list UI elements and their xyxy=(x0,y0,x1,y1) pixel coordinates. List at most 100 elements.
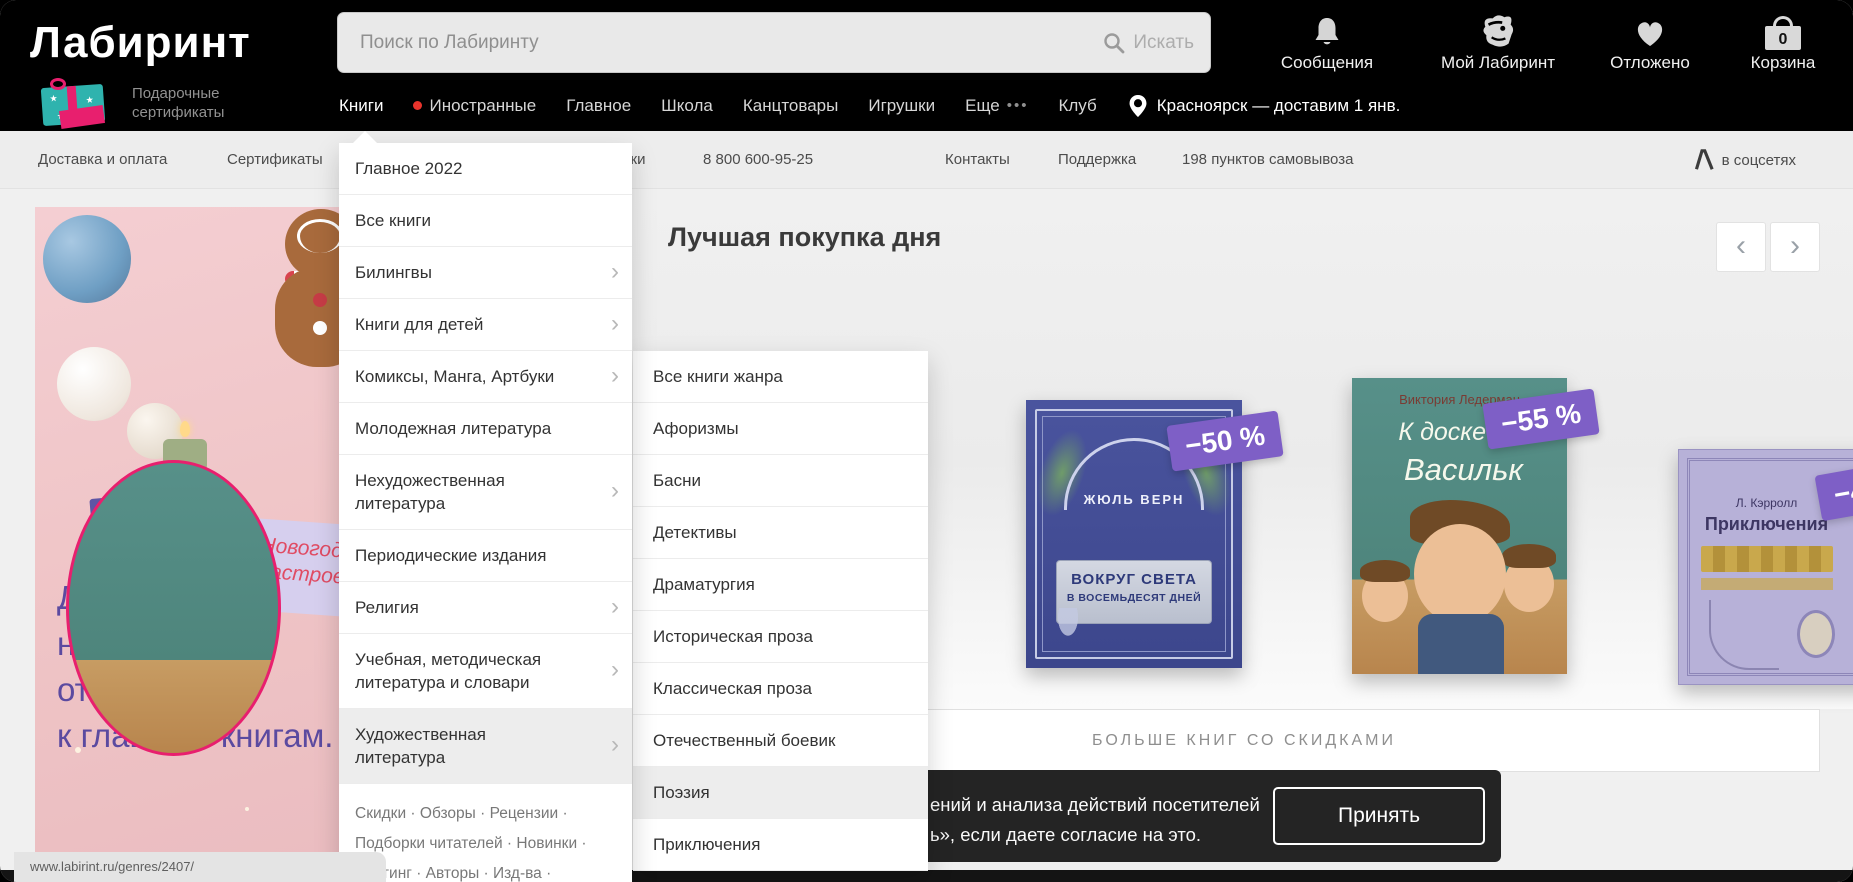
books-dropdown-menu: Главное 2022 Все книги Билингвы › Книги д… xyxy=(339,143,632,882)
genre-item-label: Все книги жанра xyxy=(653,367,783,386)
genre-item-all[interactable]: Все книги жанра xyxy=(633,351,928,403)
genre-item-label: Басни xyxy=(653,471,701,490)
nav-main-label: Главное xyxy=(566,96,631,116)
labirint-logo[interactable]: Лабиринт xyxy=(30,18,251,68)
fiction-genres-submenu: Все книги жанра Афоризмы Басни Детективы… xyxy=(633,351,928,871)
nav-item-club[interactable]: Клуб xyxy=(1058,96,1096,116)
infobar-support[interactable]: Поддержка xyxy=(1058,131,1136,189)
city-selector[interactable]: Красноярск — доставим 1 янв. xyxy=(1127,93,1401,119)
deferred-button[interactable]: Отложено xyxy=(1604,10,1696,73)
genre-item-historical-prose[interactable]: Историческая проза xyxy=(633,611,928,663)
menu-item-label: Комиксы, Манга, Артбуки xyxy=(355,367,554,386)
info-bar: Доставка и оплата Сертификаты Скидки 8 8… xyxy=(0,131,1853,189)
infobar-certificates[interactable]: Сертификаты xyxy=(227,131,323,189)
book-author: ЖЮЛЬ ВЕРН xyxy=(1026,492,1242,507)
menu-item-label: Книги для детей xyxy=(355,315,483,334)
menu-item-nonfiction[interactable]: Нехудожественная литература› xyxy=(339,455,632,530)
cookie-accept-button[interactable]: Принять xyxy=(1273,787,1485,845)
boy-shirt-art xyxy=(1418,614,1504,674)
gift-star: ★ xyxy=(85,95,94,107)
genre-item-fables[interactable]: Басни xyxy=(633,455,928,507)
genre-item-label: Поэзия xyxy=(653,783,710,802)
gift-certificates-icon[interactable]: ★ ★ ★ xyxy=(36,82,124,128)
gift-label-line2: сертификаты xyxy=(132,103,224,122)
infobar-phone[interactable]: 8 800 600-95-25 xyxy=(703,131,813,189)
infobar-contacts[interactable]: Контакты xyxy=(945,131,1010,189)
cart-button[interactable]: 0 Корзина xyxy=(1740,10,1826,73)
city-label: Красноярск — доставим 1 янв. xyxy=(1157,96,1401,116)
menu-item-label: Билингвы xyxy=(355,263,432,282)
menu-item-educational[interactable]: Учебная, методическая литература и слова… xyxy=(339,634,632,709)
menu-item-label: Все книги xyxy=(355,211,431,230)
menu-item-main-2022[interactable]: Главное 2022 xyxy=(339,143,632,195)
my-labirint-button[interactable]: Мой Лабиринт xyxy=(1432,10,1564,73)
menu-item-religion[interactable]: Религия› xyxy=(339,582,632,634)
menu-item-label: Религия xyxy=(355,598,419,617)
menu-item-label: Главное 2022 xyxy=(355,159,463,178)
chevron-right-icon: › xyxy=(611,260,619,283)
infobar-pickup-points[interactable]: 198 пунктов самовывоза xyxy=(1182,131,1353,189)
gift-certificates-label[interactable]: Подарочные сертификаты xyxy=(132,84,224,122)
genre-item-label: Афоризмы xyxy=(653,419,739,438)
gift-bow xyxy=(50,78,66,90)
menu-item-bilingual[interactable]: Билингвы › xyxy=(339,247,632,299)
genre-item-detectives[interactable]: Детективы xyxy=(633,507,928,559)
menu-item-fiction[interactable]: Художественная литература › xyxy=(339,709,632,784)
menu-item-label: Молодежная литература xyxy=(355,419,551,438)
genre-item-label: Драматургия xyxy=(653,575,755,594)
menu-item-all-books[interactable]: Все книги xyxy=(339,195,632,247)
search-bar: Искать xyxy=(337,12,1211,73)
cart-bag-icon: 0 xyxy=(1765,16,1801,50)
gingerbread-icing xyxy=(297,219,343,253)
gingerbread-button xyxy=(313,293,327,307)
genre-item-label: Приключения xyxy=(653,835,761,854)
section-heading: Лучшая покупка дня xyxy=(668,222,941,253)
labirint-page: Лабиринт ★ ★ ★ Подарочные сертификаты xyxy=(0,0,1853,882)
carousel-prev-button[interactable]: ‹ xyxy=(1716,222,1766,272)
chevron-right-icon: › xyxy=(611,658,619,681)
nav-item-books[interactable]: Книги xyxy=(339,96,383,116)
carousel-next-button[interactable]: › xyxy=(1770,222,1820,272)
cookie-text: ений и анализа действий посетителей ь», … xyxy=(930,790,1260,850)
cart-label: Корзина xyxy=(1740,53,1826,73)
gift-star: ★ xyxy=(49,93,58,105)
gift-label-line1: Подарочные xyxy=(132,84,224,103)
ornament-ball-white xyxy=(57,347,131,421)
nav-school-label: Школа xyxy=(661,96,713,116)
nav-stationery-label: Канцтовары xyxy=(743,96,839,116)
genre-item-action[interactable]: Отечественный боевик xyxy=(633,715,928,767)
bell-icon xyxy=(1309,14,1345,50)
chevron-right-icon: › xyxy=(611,733,619,756)
nav-item-main[interactable]: Главное xyxy=(566,96,631,116)
chevron-right-icon: › xyxy=(611,364,619,387)
menu-item-youth-literature[interactable]: Молодежная литература xyxy=(339,403,632,455)
infobar-social[interactable]: в соцсетях xyxy=(1690,131,1796,189)
sparkle xyxy=(75,747,81,753)
menu-item-label: Художественная литература xyxy=(355,725,486,767)
gold-band-art xyxy=(1701,546,1833,572)
book-title-line1: ВОКРУГ СВЕТА xyxy=(1057,571,1211,588)
cookie-text-line2: ь», если даете согласие на это. xyxy=(930,820,1260,850)
genre-item-adventure[interactable]: Приключения xyxy=(633,819,928,871)
kid-hair-art xyxy=(1360,560,1410,582)
nav-item-toys[interactable]: Игрушки xyxy=(868,96,935,116)
genre-item-label: Историческая проза xyxy=(653,627,813,646)
menu-item-kids-books[interactable]: Книги для детей› xyxy=(339,299,632,351)
nav-item-stationery[interactable]: Канцтовары xyxy=(743,96,839,116)
nav-item-school[interactable]: Школа xyxy=(661,96,713,116)
genre-item-aphorisms[interactable]: Афоризмы xyxy=(633,403,928,455)
genre-item-drama[interactable]: Драматургия xyxy=(633,559,928,611)
messages-button[interactable]: Сообщения xyxy=(1272,10,1382,73)
nav-item-more[interactable]: Еще ••• xyxy=(965,96,1028,116)
genre-item-classical-prose[interactable]: Классическая проза xyxy=(633,663,928,715)
nav-item-foreign[interactable]: Иностранные xyxy=(413,96,536,116)
search-input[interactable] xyxy=(360,13,1060,72)
menu-item-periodicals[interactable]: Периодические издания xyxy=(339,530,632,582)
search-button[interactable]: Искать xyxy=(1103,13,1194,72)
search-button-label: Искать xyxy=(1133,32,1194,54)
genre-item-poetry[interactable]: Поэзия xyxy=(633,767,928,819)
location-pin-icon xyxy=(1127,93,1149,119)
infobar-delivery[interactable]: Доставка и оплата xyxy=(38,131,167,189)
gingerbread-button xyxy=(313,321,327,335)
menu-item-comics-manga[interactable]: Комиксы, Манга, Артбуки › xyxy=(339,351,632,403)
